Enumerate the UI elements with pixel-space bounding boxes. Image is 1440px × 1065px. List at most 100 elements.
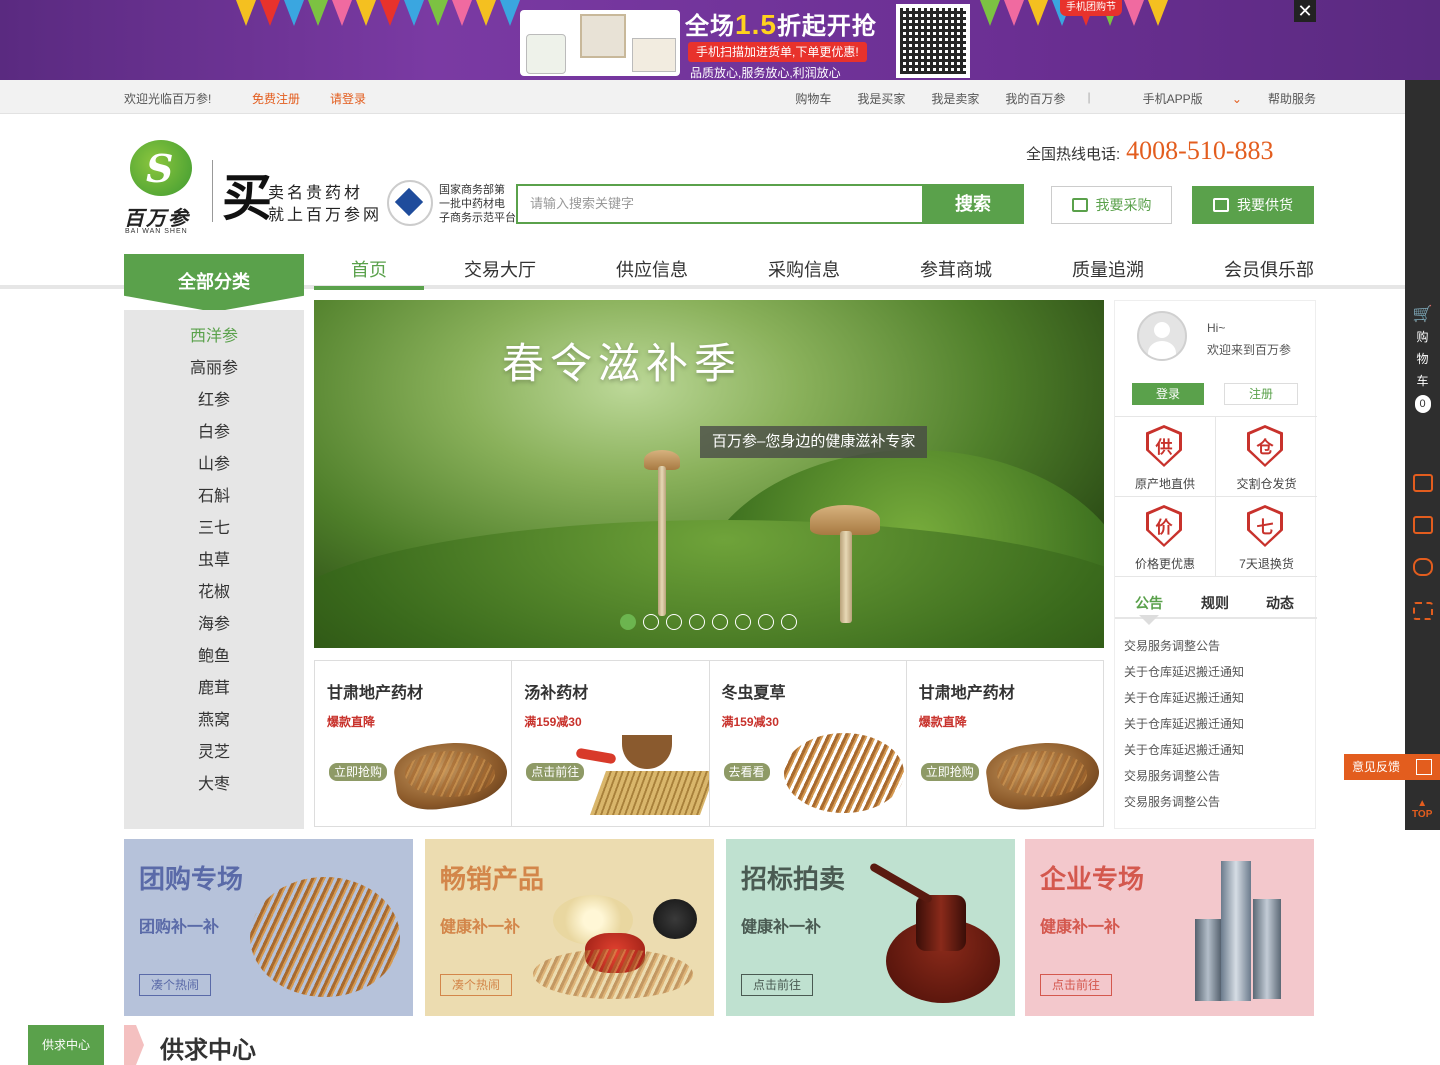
- feature-better-price[interactable]: 价 价格更优惠: [1115, 497, 1216, 577]
- tile-button[interactable]: 凑个热闹: [440, 974, 513, 996]
- category-item[interactable]: 灵芝: [124, 738, 304, 762]
- store-icon[interactable]: [1413, 516, 1433, 534]
- message-icon[interactable]: [1413, 558, 1433, 576]
- tile-button[interactable]: 凑个热闹: [139, 974, 212, 996]
- product-button[interactable]: 去看看: [723, 763, 770, 781]
- bunting-decoration: [236, 0, 524, 40]
- promo-tile-group-buy[interactable]: 团购专场 团购补一补 凑个热闹: [124, 839, 413, 1016]
- promo-tile-bestseller[interactable]: 畅销产品 健康补一补 凑个热闹: [425, 839, 714, 1016]
- nav-purchase-info[interactable]: 采购信息: [758, 254, 850, 290]
- supply-button[interactable]: 我要供货: [1192, 186, 1314, 224]
- feature-7day-return[interactable]: 七 7天退换货: [1216, 497, 1317, 577]
- product-card[interactable]: 甘肃地产药材 爆款直降 立即抢购: [315, 661, 513, 826]
- cart-char: 购: [1416, 330, 1429, 344]
- seller-link[interactable]: 我是卖家: [931, 90, 979, 107]
- nav-member-club[interactable]: 会员俱乐部: [1214, 254, 1324, 290]
- supply-demand-tab[interactable]: 供求中心: [28, 1025, 104, 1065]
- product-card[interactable]: 汤补药材 满159减30 点击前往: [512, 661, 710, 826]
- product-button[interactable]: 立即抢购: [329, 763, 388, 781]
- category-item[interactable]: 三七: [124, 514, 304, 538]
- product-button[interactable]: 点击前往: [526, 763, 585, 781]
- bag-icon[interactable]: [1413, 474, 1433, 492]
- promo-tile-auction[interactable]: 招标拍卖 健康补一补 点击前往: [726, 839, 1015, 1016]
- notice-item[interactable]: 关于仓库延迟搬迁通知: [1124, 663, 1244, 680]
- notice-item[interactable]: 交易服务调整公告: [1124, 793, 1220, 810]
- category-item[interactable]: 燕窝: [124, 706, 304, 730]
- topbar-links: 购物车 我是买家 我是卖家 我的百万参 | 手机APP版 ⌄ 帮助服务: [769, 90, 1316, 107]
- nav-trading-hall[interactable]: 交易大厅: [454, 254, 546, 290]
- category-item[interactable]: 山参: [124, 450, 304, 474]
- search-input[interactable]: 请输入搜索关键字: [516, 184, 924, 224]
- mobile-app-link[interactable]: 手机APP版 ⌄: [1117, 90, 1242, 107]
- category-item[interactable]: 鹿茸: [124, 674, 304, 698]
- notice-item[interactable]: 关于仓库延迟搬迁通知: [1124, 689, 1244, 706]
- feedback-button[interactable]: 意见反馈: [1344, 754, 1440, 780]
- feature-direct-supply[interactable]: 供 原产地直供: [1115, 417, 1216, 497]
- promo-banner[interactable]: 全场1.5折起开抢 手机扫描加进货单,下单更优惠! 品质放心,服务放心,利润放心…: [0, 0, 1440, 80]
- login-link[interactable]: 请登录: [330, 90, 366, 107]
- shield-glyph: 七: [1256, 518, 1274, 537]
- help-link[interactable]: 帮助服务: [1268, 90, 1316, 107]
- site-logo[interactable]: 百万参 BAI WAN SHEN: [124, 140, 204, 236]
- feature-warehouse[interactable]: 仓 交割仓发货: [1216, 417, 1317, 497]
- black-herb-image: [653, 899, 697, 939]
- notice-item[interactable]: 关于仓库延迟搬迁通知: [1124, 741, 1244, 758]
- category-item[interactable]: 虫草: [124, 546, 304, 570]
- nav-ginseng-mall[interactable]: 参茸商城: [910, 254, 1002, 290]
- welcome-text: 欢迎光临百万参!: [124, 92, 212, 106]
- tile-title: 企业专场: [1040, 864, 1145, 894]
- category-item[interactable]: 鲍鱼: [124, 642, 304, 666]
- purchase-button[interactable]: 我要采购: [1051, 186, 1172, 224]
- tab-announcements[interactable]: 公告: [1135, 593, 1163, 613]
- tile-subtitle: 团购补一补: [139, 919, 220, 936]
- category-item[interactable]: 白参: [124, 418, 304, 442]
- carousel-dot[interactable]: [666, 614, 682, 630]
- tab-rules[interactable]: 规则: [1201, 593, 1229, 613]
- promo-tile-enterprise[interactable]: 企业专场 健康补一补 点击前往: [1025, 839, 1314, 1016]
- carousel-dot[interactable]: [712, 614, 728, 630]
- carousel-dot[interactable]: [735, 614, 751, 630]
- back-to-top-button[interactable]: ▲ TOP: [1412, 798, 1432, 820]
- hero-carousel[interactable]: 春令滋补季 百万参–您身边的健康滋补专家: [314, 300, 1104, 648]
- sidebar-cart[interactable]: 🛒 购 物 车 0: [1405, 304, 1440, 414]
- bag-icon: [1071, 198, 1088, 212]
- register-link[interactable]: 免费注册: [252, 90, 300, 107]
- nav-home[interactable]: 首页: [314, 254, 424, 290]
- product-title: 甘肃地产药材: [918, 685, 1015, 702]
- product-card[interactable]: 冬虫夏草 满159减30 去看看: [709, 661, 907, 826]
- nav-supply-info[interactable]: 供应信息: [606, 254, 698, 290]
- tile-button[interactable]: 点击前往: [741, 974, 814, 996]
- notice-item[interactable]: 关于仓库延迟搬迁通知: [1124, 715, 1244, 732]
- cart-link[interactable]: 购物车: [795, 90, 831, 107]
- all-categories-header[interactable]: 全部分类: [124, 254, 304, 312]
- category-item[interactable]: 花椒: [124, 578, 304, 602]
- category-sidebar: 西洋参 高丽参 红参 白参 山参 石斛 三七 虫草 花椒 海参 鲍鱼 鹿茸 燕窝…: [124, 310, 304, 829]
- buyer-link[interactable]: 我是买家: [857, 90, 905, 107]
- category-item[interactable]: 大枣: [124, 770, 304, 794]
- category-item[interactable]: 红参: [124, 386, 304, 410]
- nav-quality-trace[interactable]: 质量追溯: [1062, 254, 1154, 290]
- category-item[interactable]: 西洋参: [124, 322, 304, 346]
- notice-item[interactable]: 交易服务调整公告: [1124, 637, 1220, 654]
- notice-item[interactable]: 交易服务调整公告: [1124, 767, 1220, 784]
- my-account-link[interactable]: 我的百万参: [1005, 90, 1065, 107]
- welcome-message: 欢迎来到百万参: [1207, 343, 1292, 357]
- product-button[interactable]: 立即抢购: [920, 763, 979, 781]
- carousel-dot[interactable]: [781, 614, 797, 630]
- carousel-dot[interactable]: [643, 614, 659, 630]
- close-banner-button[interactable]: ✕: [1294, 0, 1316, 22]
- tile-button[interactable]: 点击前往: [1040, 974, 1113, 996]
- scan-icon[interactable]: [1413, 602, 1433, 620]
- carousel-dot[interactable]: [758, 614, 774, 630]
- category-item[interactable]: 高丽参: [124, 354, 304, 378]
- category-item[interactable]: 石斛: [124, 482, 304, 506]
- carousel-dot[interactable]: [620, 614, 636, 630]
- carousel-dot[interactable]: [689, 614, 705, 630]
- tab-news[interactable]: 动态: [1266, 593, 1294, 613]
- panel-login-button[interactable]: 登录: [1132, 383, 1204, 405]
- panel-register-button[interactable]: 注册: [1224, 383, 1298, 405]
- search-button[interactable]: 搜索: [922, 184, 1024, 224]
- carousel-dots: [620, 614, 797, 630]
- category-item[interactable]: 海参: [124, 610, 304, 634]
- product-card[interactable]: 甘肃地产药材 爆款直降 立即抢购: [906, 661, 1103, 826]
